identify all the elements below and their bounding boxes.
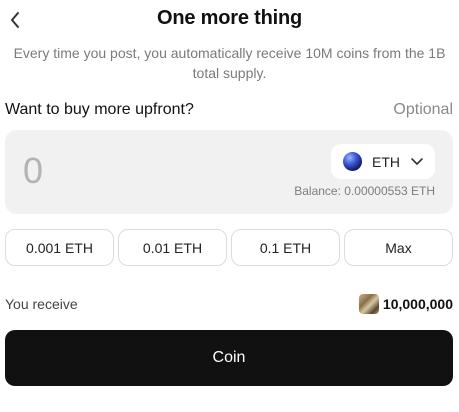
receive-value: 10,000,000	[382, 296, 453, 312]
token-label: ETH	[372, 153, 400, 170]
preset-0-01-eth-button[interactable]: 0.01 ETH	[118, 229, 227, 266]
receive-label: You receive	[5, 296, 78, 312]
preset-max-button[interactable]: Max	[344, 229, 453, 266]
amount-card: ETH Balance: 0.00000553 ETH	[5, 130, 453, 214]
eth-icon	[343, 152, 362, 171]
receive-row: You receive 10,000,000	[5, 292, 453, 316]
preset-0-1-eth-button[interactable]: 0.1 ETH	[231, 229, 340, 266]
chevron-down-icon	[410, 157, 424, 166]
preset-amounts: 0.001 ETH 0.01 ETH 0.1 ETH Max	[5, 229, 453, 266]
coin-thumbnail-icon	[358, 294, 379, 314]
page-title: One more thing	[157, 7, 302, 29]
amount-input[interactable]	[23, 150, 223, 192]
page-subtitle: Every time you post, you automatically r…	[13, 45, 446, 81]
preset-0-001-eth-button[interactable]: 0.001 ETH	[5, 229, 114, 266]
optional-label: Optional	[393, 101, 453, 118]
buy-upfront-label: Want to buy more upfront?	[5, 101, 194, 118]
coin-button[interactable]: Coin	[5, 330, 453, 386]
token-select[interactable]: ETH	[331, 144, 435, 179]
header: One more thing	[0, 0, 459, 40]
receive-amount: 10,000,000	[358, 294, 453, 314]
balance-text: Balance: 0.00000553 ETH	[294, 184, 435, 198]
buy-upfront-row: Want to buy more upfront? Optional	[5, 99, 453, 121]
